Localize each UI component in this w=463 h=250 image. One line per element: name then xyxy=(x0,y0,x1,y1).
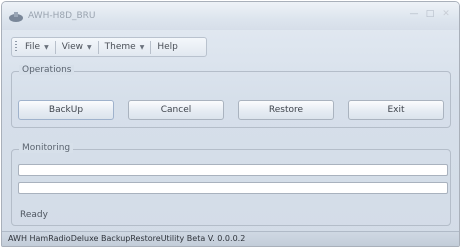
menu-separator xyxy=(97,40,99,54)
progress-bar-primary xyxy=(18,164,448,176)
chevron-down-icon: ▼ xyxy=(139,43,145,51)
menu-theme-label: Theme xyxy=(104,42,136,52)
chevron-down-icon: ▼ xyxy=(44,43,49,51)
menu-theme[interactable]: Theme ▼ xyxy=(102,42,148,52)
menu-file-label: File xyxy=(25,42,41,52)
menu-separator xyxy=(54,40,56,54)
toolbar-grip-icon[interactable] xyxy=(15,41,17,53)
menu-file[interactable]: File ▼ xyxy=(22,42,52,52)
app-icon xyxy=(9,12,23,22)
chevron-down-icon: ▼ xyxy=(87,43,92,51)
status-message: Ready xyxy=(20,210,48,220)
cancel-button[interactable]: Cancel xyxy=(128,100,224,120)
menu-view-label: View xyxy=(61,42,84,52)
menu-help-label: Help xyxy=(157,42,178,52)
exit-button[interactable]: Exit xyxy=(348,100,444,120)
monitoring-group: Monitoring Ready xyxy=(11,143,451,226)
status-bar: AWH HamRadioDeluxe BackupRestoreUtility … xyxy=(2,231,459,246)
minimize-icon[interactable]: — xyxy=(407,8,421,20)
menu-view[interactable]: View ▼ xyxy=(59,42,95,52)
restore-button[interactable]: Restore xyxy=(238,100,334,120)
app-window: AWH-H8D_BRU — □ ✕ File ▼ View ▼ Theme ▼ … xyxy=(1,1,460,247)
maximize-icon[interactable]: □ xyxy=(423,8,437,20)
close-icon[interactable]: ✕ xyxy=(439,8,453,20)
menu-separator xyxy=(150,40,152,54)
backup-button[interactable]: BackUp xyxy=(18,100,114,120)
operations-legend: Operations xyxy=(19,65,75,75)
monitoring-legend: Monitoring xyxy=(19,143,74,153)
title-bar[interactable]: AWH-H8D_BRU — □ ✕ xyxy=(2,2,459,30)
operations-group: Operations BackUp Cancel Restore Exit xyxy=(11,65,451,128)
menu-help[interactable]: Help xyxy=(154,42,181,52)
progress-bar-secondary xyxy=(18,182,448,194)
menu-bar: File ▼ View ▼ Theme ▼ Help xyxy=(11,37,207,57)
window-title: AWH-H8D_BRU xyxy=(28,11,96,21)
